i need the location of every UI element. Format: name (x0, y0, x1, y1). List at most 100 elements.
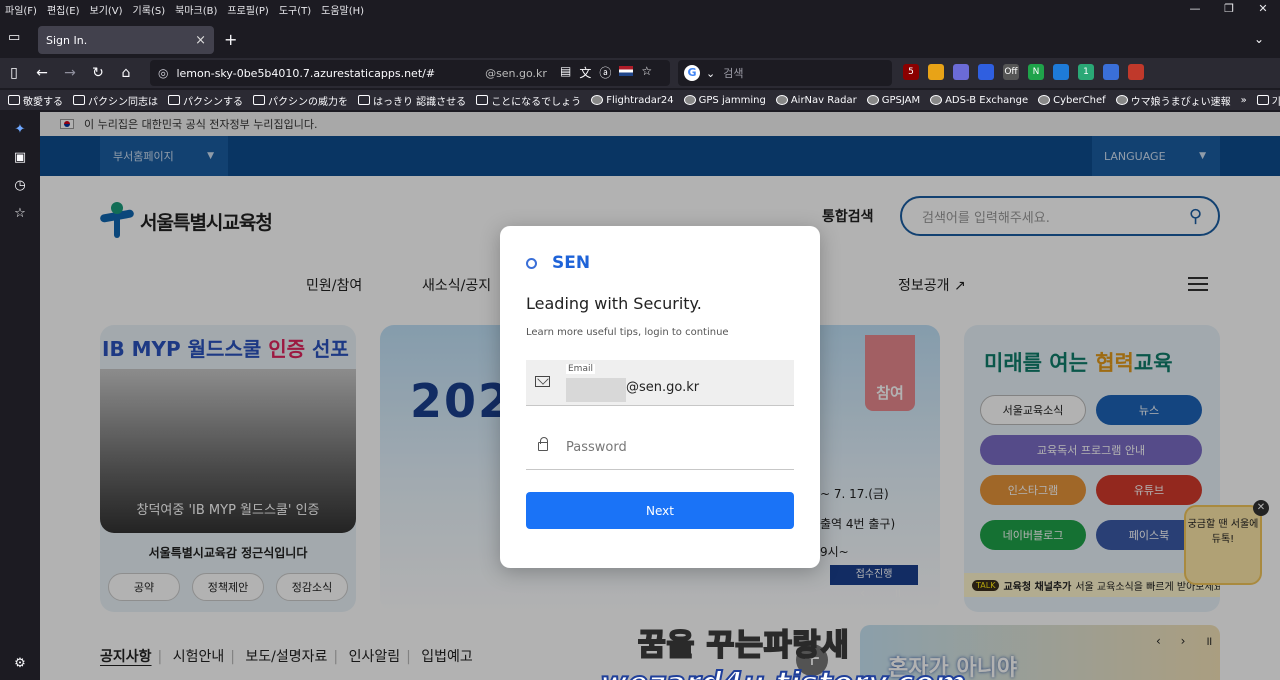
bookmark-star-icon[interactable]: ☆ (641, 64, 652, 81)
bookmark-label: ADS-B Exchange (945, 94, 1029, 106)
next-button[interactable]: Next (526, 492, 794, 529)
ublock-icon[interactable]: 5 (903, 64, 919, 80)
bookmark-label: パクシンの威力を (268, 96, 348, 108)
translate-icon[interactable]: 文 (579, 64, 591, 81)
bookmark-item[interactable]: パクシンの威力を (253, 93, 348, 108)
web-page: 이 누리집은 대한민국 공식 전자정부 누리집입니다. 부서홈페이지 ▼ LAN… (40, 112, 1280, 680)
back-icon[interactable]: ← (28, 65, 56, 81)
web-search-placeholder: 검색 (723, 67, 744, 80)
menu-item-5[interactable]: 프로필(P) (222, 2, 273, 17)
settings-gear-icon[interactable]: ⚙ (12, 656, 28, 672)
navigation-bar: ▯ ← → ↻ ⌂ ◎ lemon-sky-0be5b4010.7.azures… (0, 58, 1280, 88)
folder-icon (253, 95, 265, 105)
bookmark-label: ウマ娘うまぴょい速報 (1130, 96, 1231, 108)
n-ext-icon[interactable]: N (1028, 64, 1044, 80)
shield-ext-icon[interactable] (978, 64, 994, 80)
google-icon[interactable]: G (684, 65, 700, 81)
bookmark-item[interactable]: AirNav Radar (775, 95, 857, 106)
home-icon[interactable]: ⌂ (112, 65, 140, 81)
flag-nl-icon[interactable] (619, 66, 634, 76)
bookmark-item[interactable]: CyberChef (1038, 95, 1106, 106)
bookmark-label: » (1240, 94, 1247, 106)
folder-icon (1256, 95, 1269, 105)
site-favicon-icon (930, 95, 943, 105)
bookmark-item[interactable]: はっきり 認識させる (358, 93, 466, 108)
window-controls: — ❐ ✕ (1178, 0, 1280, 18)
puzzle-ext-icon[interactable] (953, 64, 969, 80)
ai-chat-icon[interactable]: ✦ (12, 122, 28, 138)
forward-icon[interactable]: → (56, 65, 84, 81)
minimize-button[interactable]: — (1178, 0, 1212, 18)
reader-view-icon[interactable]: ▤ (560, 64, 571, 81)
one-ext-icon[interactable]: 1 (1078, 64, 1094, 80)
list-all-tabs-icon[interactable]: ⌄ (1254, 32, 1264, 46)
bookmark-item[interactable]: GPSJAM (866, 95, 920, 106)
modal-headline: Leading with Security. (526, 294, 702, 313)
email-value: @sen.go.kr (626, 380, 700, 395)
password-field[interactable] (526, 424, 794, 470)
watermark-title: 꿈을 꾸는파랑새 (637, 627, 850, 664)
bookmark-item[interactable]: パクシンする (168, 93, 243, 108)
url-action-icons: ▤ 文 ⓐ ☆ (560, 64, 652, 81)
shield-icon[interactable]: ◎ (158, 66, 168, 80)
history-icon[interactable]: ◷ (12, 178, 28, 194)
bookmark-item[interactable]: Flightradar24 (591, 94, 674, 106)
bookmark-item[interactable]: GPS jamming (683, 94, 766, 106)
site-favicon-icon (1038, 95, 1051, 105)
tab-title: Sign In. (46, 33, 88, 47)
modal-brand: SEN (526, 253, 590, 273)
synced-tabs-icon[interactable]: ▣ (12, 150, 28, 166)
sidebar-toggle-icon[interactable]: ▯ (0, 65, 28, 81)
red-ext-icon[interactable] (1128, 64, 1144, 80)
folder-icon (8, 95, 20, 105)
bookmark-item[interactable]: ウマ娘うまぴょい速報 (1115, 93, 1231, 108)
bookmark-item[interactable]: ことになるでしょう (476, 93, 581, 108)
reload-icon[interactable]: ↻ (84, 65, 112, 81)
bookmark-item[interactable]: 敬愛する (8, 93, 63, 108)
page-translate-icon[interactable]: ⓐ (599, 64, 611, 81)
tab-list-icon[interactable]: ▭ (8, 30, 20, 45)
folder-icon (73, 95, 85, 105)
new-tab-button[interactable]: + (224, 30, 237, 49)
bookmark-label: Flightradar24 (606, 94, 674, 106)
modal-subtitle: Learn more useful tips, login to continu… (526, 327, 729, 338)
redacted-username (566, 378, 626, 402)
email-field[interactable]: Email @sen.go.kr (526, 360, 794, 406)
folder-ext-icon[interactable] (928, 64, 944, 80)
bookmarks-bar: 敬愛する パクシン同志は パクシンする パクシンの威力を はっきり 認識させる ことになる… (0, 90, 1280, 110)
bookmark-item[interactable]: パクシン同志は (73, 93, 158, 108)
bookmark-label: パクシン同志は (88, 96, 158, 108)
envelope-icon (535, 376, 550, 387)
bookmark-item[interactable]: 기타 북마크 (1256, 93, 1280, 108)
close-window-button[interactable]: ✕ (1246, 0, 1280, 18)
sign-in-modal: SEN Leading with Security. Learn more us… (500, 226, 820, 568)
maximize-button[interactable]: ❐ (1212, 0, 1246, 18)
password-input[interactable] (566, 436, 776, 458)
bookmarks-icon[interactable]: ☆ (12, 206, 28, 222)
web-search-box[interactable]: G ⌄ 검색 (678, 60, 892, 86)
bookmark-item[interactable]: ADS-B Exchange (930, 95, 1028, 106)
menu-item-3[interactable]: 기록(S) (128, 2, 171, 17)
folder-icon (358, 95, 370, 105)
site-favicon-icon (683, 95, 696, 105)
off-ext-icon[interactable]: Off (1003, 64, 1019, 80)
search-engine-caret-icon[interactable]: ⌄ (706, 67, 715, 80)
url-tail-text: @sen.go.kr (485, 66, 547, 80)
menu-item-4[interactable]: 북마크(B) (170, 2, 222, 17)
translate-ext-icon[interactable] (1103, 64, 1119, 80)
menu-item-1[interactable]: 편집(E) (42, 2, 85, 17)
bookmark-label: CyberChef (1053, 94, 1106, 106)
menu-item-6[interactable]: 도구(T) (274, 2, 316, 17)
tab-close-icon[interactable]: × (195, 33, 206, 48)
email-label: Email (566, 364, 595, 374)
sen-logo-icon (526, 257, 537, 269)
menu-item-0[interactable]: 파일(F) (0, 2, 42, 17)
bookmark-item[interactable]: » (1241, 95, 1247, 106)
menu-item-2[interactable]: 보기(V) (85, 2, 128, 17)
bookmark-label: GPS jamming (698, 94, 766, 106)
tab-sign-in[interactable]: Sign In. × (38, 26, 214, 54)
guard-ext-icon[interactable] (1053, 64, 1069, 80)
menu-item-7[interactable]: 도움말(H) (316, 2, 369, 17)
url-text: lemon-sky-0be5b4010.7.azurestaticapps.ne… (176, 66, 436, 80)
folder-icon (476, 95, 489, 105)
